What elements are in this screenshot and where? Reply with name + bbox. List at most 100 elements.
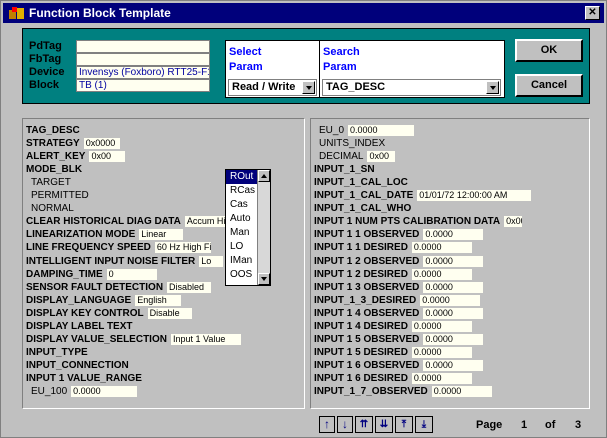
param-value[interactable]: 0.0000: [411, 346, 472, 358]
param-label: DECIMAL: [319, 151, 364, 163]
param-label: LINE FREQUENCY SPEED: [26, 242, 151, 254]
param-label: INPUT_1_CAL_LOC: [314, 177, 408, 189]
header-panel: PdTag FbTag Device Block Invensys (Foxbo…: [22, 28, 590, 104]
param-value[interactable]: Lo: [199, 255, 224, 267]
param-row: INPUT 1 4 OBSERVED 0.0000: [314, 307, 484, 319]
app-icon: [8, 6, 26, 20]
param-row: NORMAL: [31, 203, 176, 214]
param-value[interactable]: 0x00: [367, 151, 396, 163]
param-row: DISPLAY KEY CONTROL Disable: [26, 307, 192, 319]
param-label: INPUT 1 6 DESIRED: [314, 372, 408, 384]
param-value[interactable]: 0.0000: [431, 386, 492, 397]
page-number: 1: [521, 419, 528, 431]
param-value[interactable]: 0.0000: [411, 372, 472, 384]
param-row: EU_100 0.0000: [31, 386, 138, 397]
param-row: INPUT 1 5 DESIRED 0.0000: [314, 346, 472, 358]
param-row: DISPLAY_LANGUAGE English: [26, 294, 182, 306]
param-label: INPUT 1 1 OBSERVED: [314, 229, 420, 241]
param-value[interactable]: 0.0000: [420, 294, 481, 306]
arrow-down-icon[interactable]: ↓: [337, 416, 353, 433]
param-label: STRATEGY: [26, 138, 80, 150]
search-param-head1: Search: [323, 46, 360, 58]
param-value[interactable]: 0.0000: [411, 242, 472, 254]
param-value[interactable]: 0.0000: [411, 320, 472, 332]
close-icon[interactable]: ✕: [585, 6, 600, 20]
page-label: Page: [476, 419, 503, 431]
param-value[interactable]: 0.0000: [423, 281, 484, 293]
device-field[interactable]: Invensys (Foxboro) RTT25-F1.: [76, 66, 210, 79]
param-label: INPUT_1_CAL_DATE: [314, 190, 414, 202]
mode-target-dropdown[interactable]: ROut RCas Cas Auto Man LO IMan OOS: [225, 169, 271, 286]
param-label: INPUT 1 5 DESIRED: [314, 346, 408, 358]
chevron-down-icon[interactable]: [302, 81, 315, 94]
param-value[interactable]: Disabled: [167, 281, 212, 293]
param-label: EU_0: [319, 125, 345, 136]
param-label: DISPLAY_LANGUAGE: [26, 294, 132, 306]
dropdown-scrollbar[interactable]: [257, 170, 270, 285]
param-value[interactable]: 0: [106, 268, 157, 280]
param-value[interactable]: 01/01/72 12:00:00 AM: [417, 190, 532, 202]
param-value[interactable]: 0x00: [504, 216, 523, 228]
param-value[interactable]: 60 Hz High Fi: [154, 242, 211, 254]
pdtag-field[interactable]: [76, 40, 210, 53]
page-up-icon[interactable]: ⇈: [355, 416, 373, 433]
cancel-button[interactable]: Cancel: [515, 74, 583, 97]
page-total: 3: [575, 419, 582, 431]
param-label: INPUT_1_SN: [314, 164, 375, 176]
param-label: INPUT 1 4 DESIRED: [314, 320, 408, 332]
param-row: INPUT_1_SN: [314, 164, 459, 175]
right-param-panel: EU_0 0.0000 UNITS_INDEX DECIMAL 0x00 INPUT_1_…: [310, 118, 590, 409]
param-row: PERMITTED: [31, 190, 191, 201]
select-param-head1: Select: [229, 46, 262, 58]
last-page-icon[interactable]: ⤓: [415, 416, 433, 433]
param-label: INPUT_1_CAL_WHO: [314, 203, 412, 215]
param-row: INPUT 1 2 DESIRED 0.0000: [314, 268, 472, 280]
block-label: Block: [29, 79, 59, 91]
param-label: ALERT_KEY: [26, 151, 86, 163]
select-param-head2: Param: [229, 61, 263, 73]
param-value[interactable]: 0.0000: [423, 229, 484, 241]
of-label: of: [545, 419, 556, 431]
arrow-up-icon[interactable]: ↑: [319, 416, 335, 433]
param-row: EU_0 0.0000: [319, 125, 415, 136]
param-value[interactable]: 0.0000: [423, 333, 484, 345]
param-row: DAMPING_TIME 0: [26, 268, 157, 280]
select-param-value: Read / Write: [232, 81, 296, 93]
chevron-down-icon[interactable]: [486, 81, 499, 94]
param-value[interactable]: 0.0000: [423, 307, 484, 319]
param-label: NORMAL: [31, 203, 74, 215]
param-value[interactable]: English: [135, 294, 182, 306]
param-row: MODE_BLK: [26, 164, 150, 175]
param-label: CLEAR HISTORICAL DIAG DATA: [26, 216, 181, 228]
function-block-window: Function Block Template ✕ PdTag FbTag De…: [0, 0, 607, 438]
param-value[interactable]: 0.0000: [423, 359, 484, 371]
scroll-down-icon[interactable]: [258, 273, 270, 285]
param-row: INPUT 1 1 OBSERVED 0.0000: [314, 229, 484, 241]
search-param-combo[interactable]: TAG_DESC: [322, 79, 501, 96]
param-value[interactable]: 0.0000: [411, 268, 472, 280]
param-value[interactable]: Linear: [139, 229, 184, 241]
param-row: INPUT 1 4 DESIRED 0.0000: [314, 320, 472, 332]
page-down-icon[interactable]: ⇊: [375, 416, 393, 433]
fbtag-label: FbTag: [29, 53, 62, 65]
param-label: INPUT_CONNECTION: [26, 359, 129, 371]
param-value[interactable]: 0.0000: [423, 255, 484, 267]
param-label: DAMPING_TIME: [26, 268, 103, 280]
block-field[interactable]: TB (1): [76, 79, 210, 92]
param-value[interactable]: 0x0000: [83, 138, 120, 150]
device-label: Device: [29, 66, 65, 78]
param-value[interactable]: Input 1 Value: [170, 333, 241, 345]
title-bar: Function Block Template ✕: [3, 3, 604, 23]
param-label: INPUT 1 VALUE_RANGE: [26, 372, 142, 384]
scroll-up-icon[interactable]: [258, 170, 270, 182]
param-value[interactable]: 0x00: [89, 151, 126, 163]
fbtag-field[interactable]: [76, 53, 210, 66]
param-row: INPUT 1 6 OBSERVED 0.0000: [314, 359, 484, 371]
param-value[interactable]: 0.0000: [348, 125, 415, 136]
first-page-icon[interactable]: ⤒: [395, 416, 413, 433]
param-value[interactable]: Disable: [147, 307, 192, 319]
dropdown-option[interactable]: ROut: [226, 170, 257, 184]
ok-button[interactable]: OK: [515, 39, 583, 62]
select-param-combo[interactable]: Read / Write: [228, 79, 317, 96]
param-value[interactable]: 0.0000: [71, 386, 138, 397]
